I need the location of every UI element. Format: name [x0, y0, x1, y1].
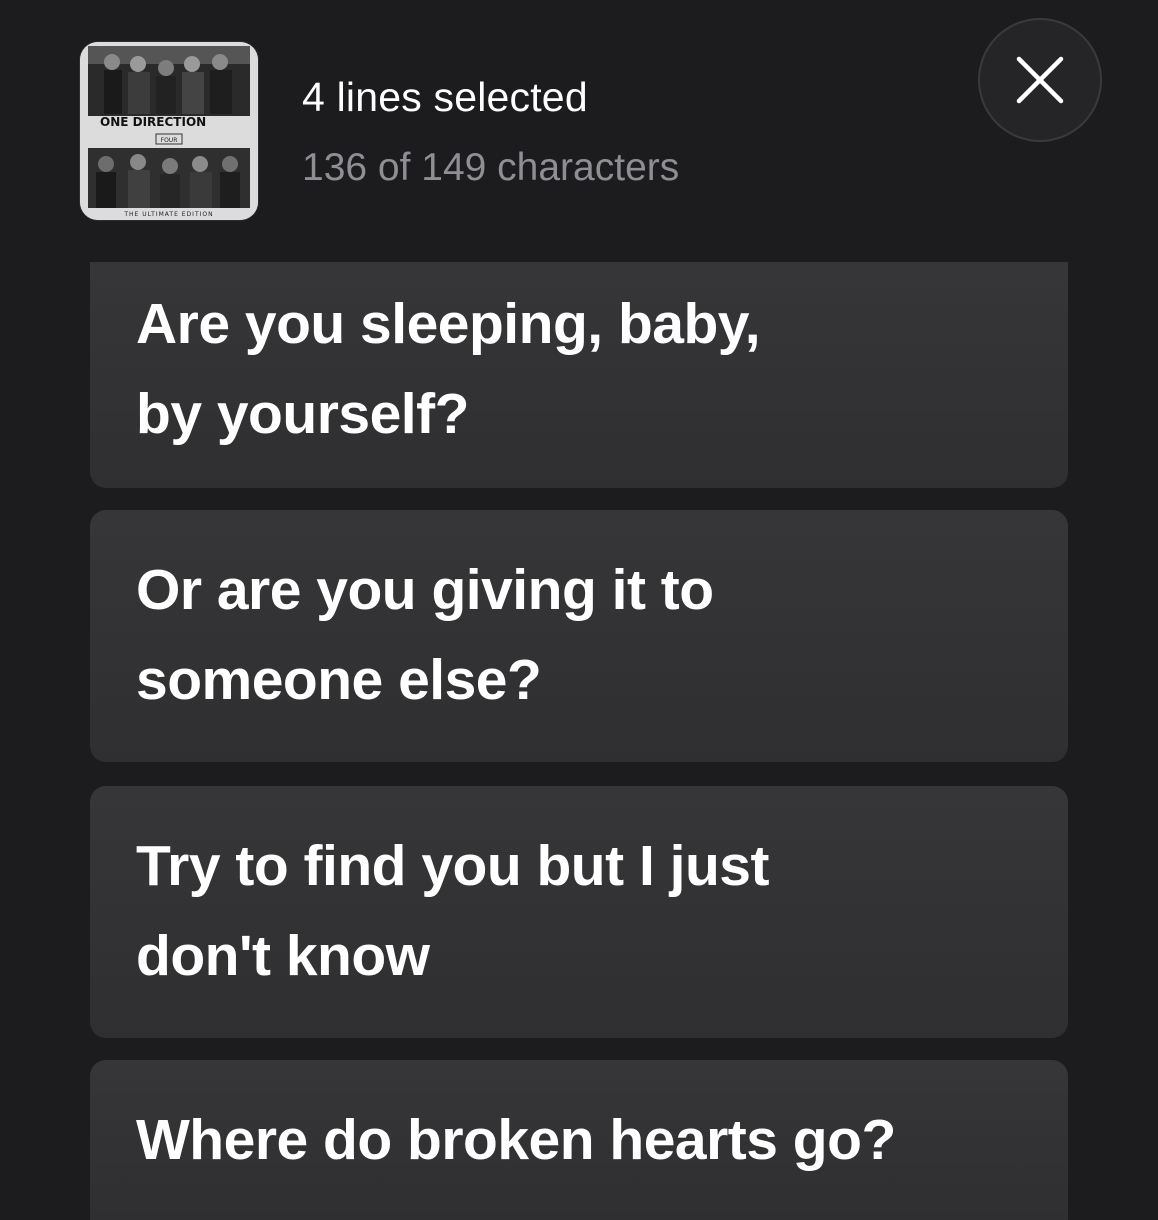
album-artwork: ONE DIRECTION FOUR THE ULTIMATE EDITION [80, 42, 258, 220]
lyric-line-card[interactable]: Where do broken hearts go? [90, 1060, 1068, 1220]
character-count: 136 of 149 characters [302, 146, 680, 189]
lyric-text-line: by yourself? [136, 382, 469, 446]
selection-title: 4 lines selected [302, 74, 588, 120]
lyric-text-line: Or are you giving it to [136, 558, 714, 622]
album-title: FOUR [161, 137, 178, 144]
close-button[interactable] [978, 18, 1102, 142]
lyric-line-card[interactable]: Or are you giving it to someone else? [90, 510, 1068, 762]
lyric-line-card[interactable]: Are you sleeping, baby, by yourself? [90, 262, 1068, 488]
lyrics-list: Are you sleeping, baby, by yourself? Or … [90, 262, 1068, 1220]
lyric-text-line: someone else? [136, 648, 542, 712]
album-edition: THE ULTIMATE EDITION [123, 211, 213, 218]
share-header: ONE DIRECTION FOUR THE ULTIMATE EDITION … [0, 0, 1158, 262]
lyric-text-line: Are you sleeping, baby, [136, 292, 761, 356]
lyric-text-line: Where do broken hearts go? [136, 1108, 896, 1172]
lyric-text-line: don't know [136, 924, 430, 988]
album-band-name: ONE DIRECTION [100, 115, 206, 129]
close-icon [1016, 56, 1064, 104]
lyric-text-line: Try to find you but I just [136, 834, 769, 898]
lyric-line-card[interactable]: Try to find you but I just don't know [90, 786, 1068, 1038]
